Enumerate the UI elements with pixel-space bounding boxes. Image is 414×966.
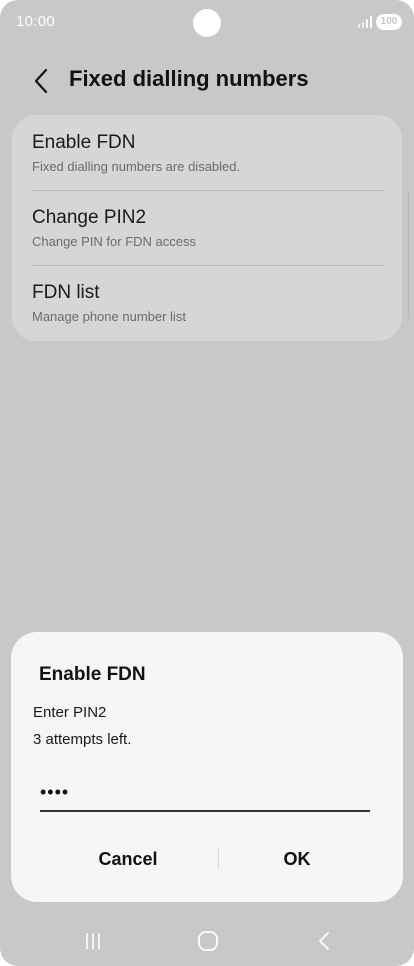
nav-back-button[interactable] [304, 926, 344, 956]
settings-card: Enable FDN Fixed dialling numbers are di… [12, 115, 402, 341]
setting-fdn-list[interactable]: FDN list Manage phone number list [12, 266, 402, 341]
phone-screen: 10:00 100 Fixed dialling numbers Enable … [0, 0, 414, 966]
recents-icon [86, 933, 100, 949]
attempts-left-text: 3 attempts left. [33, 731, 132, 748]
page-title: Fixed dialling numbers [69, 66, 309, 91]
setting-title: Enable FDN [32, 132, 136, 153]
chevron-left-icon [34, 68, 48, 94]
home-icon [198, 931, 218, 951]
setting-subtitle: Fixed dialling numbers are disabled. [32, 159, 241, 174]
home-button[interactable] [188, 926, 228, 956]
button-separator [218, 848, 219, 868]
camera-cutout [193, 9, 221, 37]
status-time: 10:00 [16, 13, 56, 30]
dialog-title: Enable FDN [39, 664, 146, 685]
setting-change-pin2[interactable]: Change PIN2 Change PIN for FDN access [12, 191, 402, 266]
setting-subtitle: Manage phone number list [32, 309, 186, 324]
setting-title: Change PIN2 [32, 207, 147, 228]
navigation-bar [0, 916, 414, 966]
enable-fdn-dialog: Enable FDN Enter PIN2 3 attempts left. •… [11, 632, 403, 902]
setting-title: FDN list [32, 282, 100, 303]
dialog-message: Enter PIN2 [33, 704, 107, 721]
setting-subtitle: Change PIN for FDN access [32, 234, 197, 249]
setting-enable-fdn[interactable]: Enable FDN Fixed dialling numbers are di… [12, 115, 402, 190]
cancel-button[interactable]: Cancel [51, 840, 205, 876]
back-icon [319, 932, 329, 950]
battery-icon: 100 [376, 14, 402, 30]
scroll-edge [408, 190, 414, 320]
pin-value: •••• [40, 782, 70, 802]
recents-button[interactable] [73, 926, 113, 956]
status-bar: 10:00 100 [0, 0, 414, 44]
pin2-input[interactable]: •••• [40, 776, 370, 812]
back-button[interactable] [26, 64, 56, 98]
ok-button[interactable]: OK [221, 840, 373, 876]
signal-icon [358, 16, 372, 28]
